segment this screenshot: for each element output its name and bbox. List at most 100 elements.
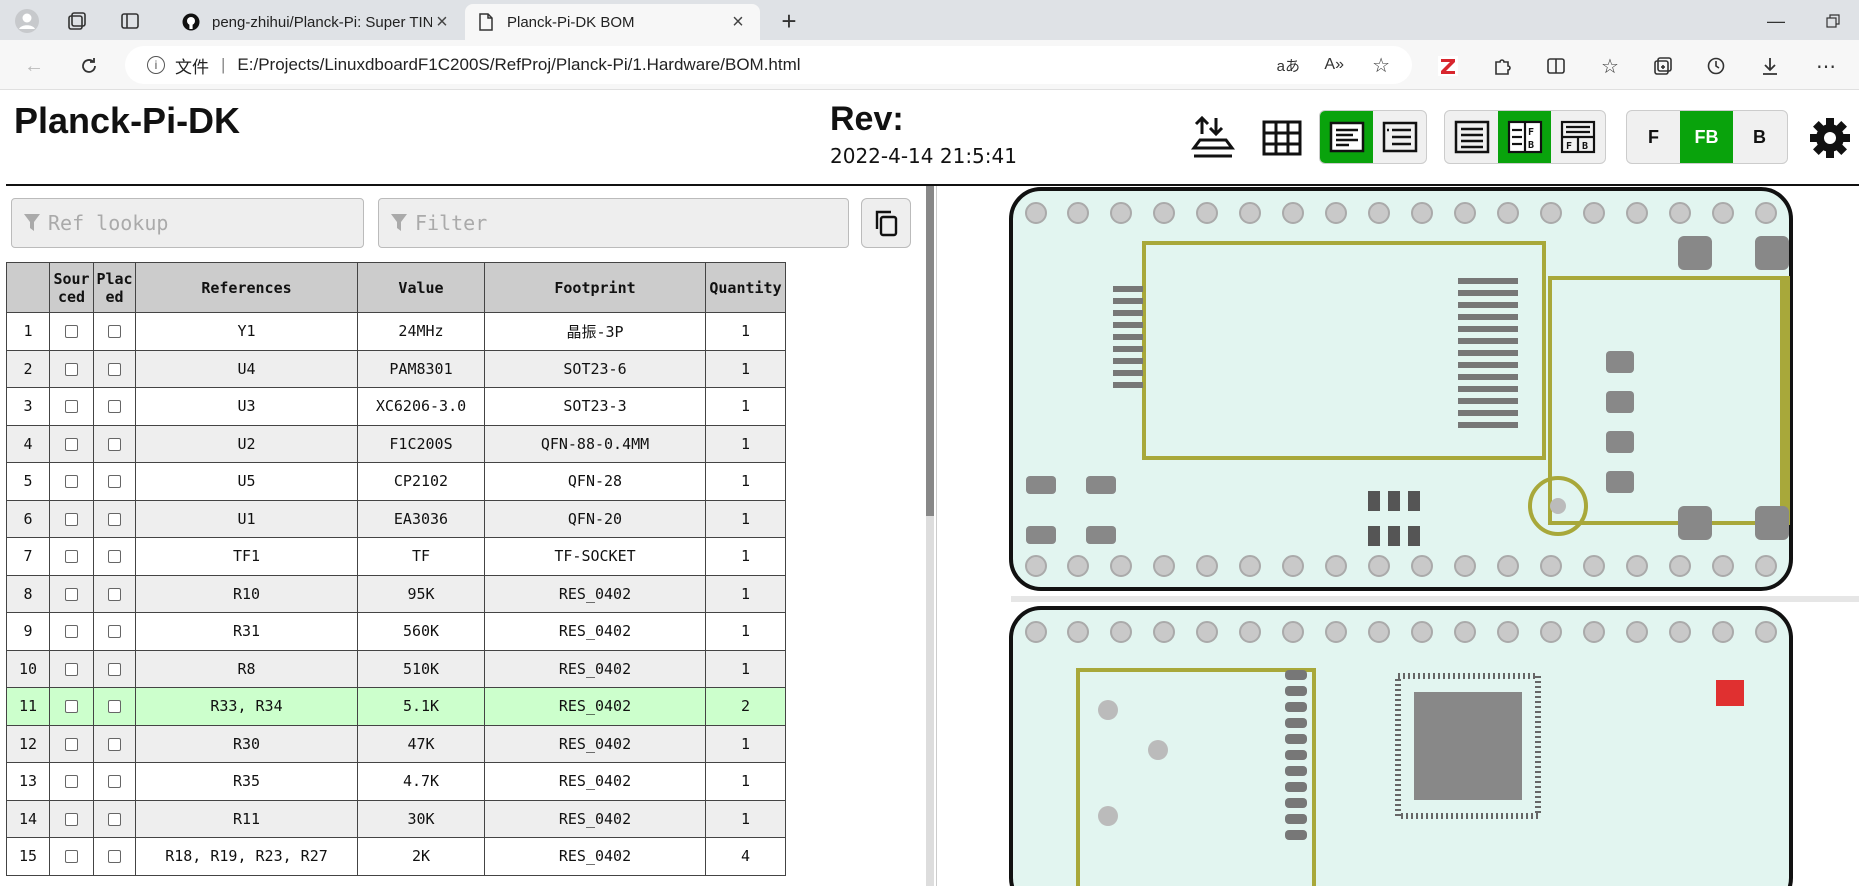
sourced-checkbox[interactable] xyxy=(65,775,78,789)
sourced-checkbox[interactable] xyxy=(65,437,78,451)
pane-divider[interactable] xyxy=(936,186,937,886)
placed-checkbox-cell[interactable] xyxy=(93,649,136,688)
sourced-checkbox-cell[interactable] xyxy=(49,687,94,726)
favorite-star-icon[interactable]: ☆ xyxy=(1372,53,1390,78)
table-row[interactable]: 2 U4 PAM8301 SOT23-6 1 xyxy=(6,349,786,388)
close-icon[interactable]: × xyxy=(432,11,452,34)
sourced-checkbox[interactable] xyxy=(65,662,78,676)
more-menu-icon[interactable]: ⋯ xyxy=(1812,52,1840,80)
sourced-checkbox-cell[interactable] xyxy=(49,537,94,576)
sourced-checkbox[interactable] xyxy=(65,737,78,751)
collections-toolbar-icon[interactable] xyxy=(1649,52,1677,80)
placed-checkbox[interactable] xyxy=(108,587,121,601)
placed-checkbox[interactable] xyxy=(108,850,121,864)
collections-icon[interactable] xyxy=(64,8,90,34)
placed-checkbox-cell[interactable] xyxy=(93,799,136,838)
minimize-icon[interactable]: — xyxy=(1763,8,1789,34)
sourced-checkbox[interactable] xyxy=(65,850,78,864)
sourced-checkbox-cell[interactable] xyxy=(49,387,94,426)
sourced-checkbox-cell[interactable] xyxy=(49,799,94,838)
sourced-checkbox[interactable] xyxy=(65,700,78,714)
sourced-checkbox[interactable] xyxy=(65,512,78,526)
placed-checkbox[interactable] xyxy=(108,475,121,489)
placed-checkbox[interactable] xyxy=(108,737,121,751)
placed-checkbox[interactable] xyxy=(108,362,121,376)
bom-top-lr-bottom-layout-button[interactable]: FB xyxy=(1551,111,1604,163)
copy-button[interactable] xyxy=(861,198,911,248)
favorites-icon[interactable]: ☆ xyxy=(1596,52,1624,80)
load-save-icon[interactable] xyxy=(1190,112,1236,162)
table-row[interactable]: 14 R11 30K RES_0402 1 xyxy=(6,799,786,838)
placed-checkbox[interactable] xyxy=(108,775,121,789)
bom-left-fb-right-layout-button[interactable]: FB xyxy=(1498,111,1551,163)
placed-checkbox-cell[interactable] xyxy=(93,499,136,538)
pcb-front-canvas[interactable] xyxy=(938,186,1859,891)
table-row[interactable]: 7 TF1 TF TF-SOCKET 1 xyxy=(6,537,786,576)
placed-checkbox[interactable] xyxy=(108,812,121,826)
layer-front-back-button[interactable]: FB xyxy=(1680,111,1733,163)
placed-checkbox-cell[interactable] xyxy=(93,537,136,576)
table-row[interactable]: 3 U3 XC6206-3.0 SOT23-3 1 xyxy=(6,387,786,426)
placed-checkbox[interactable] xyxy=(108,400,121,414)
table-row[interactable]: 13 R35 4.7K RES_0402 1 xyxy=(6,762,786,801)
placed-checkbox-cell[interactable] xyxy=(93,762,136,801)
sourced-checkbox[interactable] xyxy=(65,325,78,339)
placed-checkbox-cell[interactable] xyxy=(93,424,136,463)
ref-lookup-input[interactable]: Ref lookup xyxy=(11,198,364,248)
table-row[interactable]: 5 U5 CP2102 QFN-28 1 xyxy=(6,462,786,501)
placed-checkbox[interactable] xyxy=(108,550,121,564)
sourced-checkbox-cell[interactable] xyxy=(49,574,94,613)
placed-checkbox-cell[interactable] xyxy=(93,574,136,613)
tab-github[interactable]: peng-zhihui/Planck-Pi: Super TIN × xyxy=(170,4,464,40)
placed-checkbox-cell[interactable] xyxy=(93,724,136,763)
sourced-checkbox-cell[interactable] xyxy=(49,349,94,388)
sourced-checkbox-cell[interactable] xyxy=(49,612,94,651)
col-references-header[interactable]: References xyxy=(135,262,358,313)
placed-checkbox-cell[interactable] xyxy=(93,349,136,388)
placed-checkbox[interactable] xyxy=(108,625,121,639)
placed-checkbox[interactable] xyxy=(108,437,121,451)
col-placed-header[interactable]: Plac ed xyxy=(93,262,136,313)
sourced-checkbox-cell[interactable] xyxy=(49,462,94,501)
bom-only-layout-button[interactable] xyxy=(1445,111,1498,163)
table-row[interactable]: 1 Y1 24MHz 晶振-3P 1 xyxy=(6,312,786,351)
read-aloud-icon[interactable]: A» xyxy=(1324,56,1344,74)
filter-input[interactable]: Filter xyxy=(378,198,849,248)
back-icon[interactable]: ← xyxy=(20,52,48,80)
sourced-checkbox-cell[interactable] xyxy=(49,837,94,876)
sourced-checkbox-cell[interactable] xyxy=(49,724,94,763)
sourced-checkbox-cell[interactable] xyxy=(49,312,94,351)
table-row[interactable]: 10 R8 510K RES_0402 1 xyxy=(6,649,786,688)
bom-scrollbar-thumb[interactable] xyxy=(926,186,934,516)
history-icon[interactable] xyxy=(1702,52,1730,80)
url-field[interactable]: i 文件 | E:/Projects/LinuxdboardF1C200S/Re… xyxy=(125,46,1412,84)
placed-checkbox-cell[interactable] xyxy=(93,837,136,876)
placed-checkbox[interactable] xyxy=(108,662,121,676)
placed-checkbox-cell[interactable] xyxy=(93,687,136,726)
sourced-checkbox[interactable] xyxy=(65,625,78,639)
restore-icon[interactable] xyxy=(1820,8,1846,34)
sourced-checkbox[interactable] xyxy=(65,362,78,376)
read-aloud-lang-icon[interactable]: aあ xyxy=(1277,55,1300,76)
sourced-checkbox-cell[interactable] xyxy=(49,762,94,801)
table-row[interactable]: 15 R18, R19, R23, R27 2K RES_0402 4 xyxy=(6,837,786,876)
table-row[interactable]: 11 R33, R34 5.1K RES_0402 2 xyxy=(6,687,786,726)
sourced-checkbox[interactable] xyxy=(65,587,78,601)
split-screen-icon[interactable] xyxy=(1542,52,1570,80)
sourced-checkbox[interactable] xyxy=(65,812,78,826)
placed-checkbox[interactable] xyxy=(108,512,121,526)
sourced-checkbox[interactable] xyxy=(65,400,78,414)
placed-checkbox-cell[interactable] xyxy=(93,612,136,651)
layer-back-button[interactable]: B xyxy=(1733,111,1786,163)
gear-icon[interactable] xyxy=(1808,116,1852,160)
profile-icon[interactable] xyxy=(14,8,40,34)
table-row[interactable]: 4 U2 F1C200S QFN-88-0.4MM 1 xyxy=(6,424,786,463)
placed-checkbox[interactable] xyxy=(108,700,121,714)
table-row[interactable]: 8 R10 95K RES_0402 1 xyxy=(6,574,786,613)
sourced-checkbox-cell[interactable] xyxy=(49,499,94,538)
new-tab-icon[interactable]: + xyxy=(776,6,802,36)
refresh-icon[interactable] xyxy=(75,52,103,80)
col-sourced-header[interactable]: Sour ced xyxy=(49,262,94,313)
col-footprint-header[interactable]: Footprint xyxy=(484,262,706,313)
extensions-icon[interactable] xyxy=(1489,52,1517,80)
